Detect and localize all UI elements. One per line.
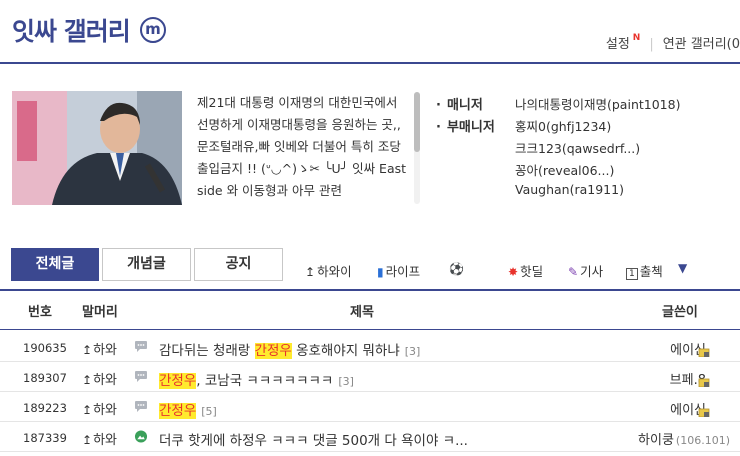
post-head-label: 하와 — [93, 373, 117, 388]
col-header-head: 말머리 — [82, 305, 118, 320]
title-text: 더쿠 핫게에 하정우 ㅋㅋㅋ 댓글 500개 다 욕이야 ㅋ... — [159, 433, 468, 449]
upload-icon: ↥ — [82, 403, 93, 417]
image-post-icon — [134, 430, 148, 443]
tab-notice[interactable]: 공지 — [194, 248, 283, 281]
phone-icon: ▮ — [377, 265, 384, 279]
search-highlight: 간정우 — [254, 343, 292, 359]
post-head: ↥하와 — [82, 339, 117, 358]
post-head-label: 하와 — [93, 433, 117, 448]
post-head: ↥하와 — [82, 399, 117, 418]
upload-icon: ↥ — [82, 433, 93, 447]
speech-bubble-icon — [135, 341, 147, 352]
upload-icon: ↥ — [82, 343, 93, 357]
post-head: ↥하와 — [82, 369, 117, 388]
new-icon: N — [632, 33, 641, 43]
search-highlight: 간정우 — [159, 373, 197, 389]
fixed-user-icon — [698, 348, 710, 357]
post-head-label: 하와 — [93, 343, 117, 358]
post-title[interactable]: 감다뒤는 청래랑 간정우 옹호해야지 뭐하냐 [3] — [159, 339, 420, 359]
comment-count[interactable]: [3] — [405, 345, 421, 358]
alarm-icon: ✸ — [508, 265, 519, 279]
post-title[interactable]: 간정우, 코남국 ㅋㅋㅋㅋㅋㅋㅋ [3] — [159, 369, 354, 389]
gallery-title[interactable]: 잇싸 갤러리 — [12, 12, 131, 48]
settings-link[interactable]: 설정 — [606, 37, 630, 52]
table-header-divider — [0, 329, 740, 330]
category-label: 기사 — [580, 264, 604, 279]
post-number: 189223 — [23, 401, 67, 415]
minor-gallery-badge: m — [140, 17, 166, 43]
tab-all-posts[interactable]: 전체글 — [11, 248, 99, 281]
speech-bubble-icon — [135, 371, 147, 382]
table-row[interactable]: 190635 ↥하와 감다뒤는 청래랑 간정우 옹호해야지 뭐하냐 [3] 에이신 — [0, 332, 740, 362]
tab-recommended[interactable]: 개념글 — [102, 248, 191, 281]
submanager-name[interactable]: Vaughan(ra1911) — [515, 182, 624, 197]
submanager-label: 부매니저 — [436, 116, 495, 135]
col-header-title: 제목 — [350, 305, 374, 320]
title-text: 옹호해야지 뭐하냐 — [291, 343, 400, 359]
category-sports[interactable]: ⚽ — [449, 261, 466, 276]
post-title[interactable]: 간정우 [5] — [159, 399, 217, 419]
related-gallery-link[interactable]: 연관 갤러리(0 — [663, 37, 740, 52]
post-title[interactable]: 더쿠 핫게에 하정우 ㅋㅋㅋ 댓글 500개 다 욕이야 ㅋ... — [159, 429, 468, 449]
title-text: 감다뒤는 청래랑 — [159, 343, 255, 359]
submanager-name[interactable]: 꽁아(reveal06...) — [515, 160, 614, 179]
gallery-header: 잇싸 갤러리 m 설정 N | 연관 갤러리(0 — [0, 0, 740, 64]
table-row[interactable]: 189307 ↥하와 간정우, 코남국 ㅋㅋㅋㅋㅋㅋㅋ [3] 브페.8 — [0, 362, 740, 392]
title-text: , 코남국 ㅋㅋㅋㅋㅋㅋㅋ — [196, 373, 334, 389]
category-hawaii[interactable]: ↥ 하와이 — [305, 261, 352, 280]
speech-bubble-icon — [135, 401, 147, 412]
category-label: 출첵 — [639, 264, 663, 279]
description-scroll-thumb[interactable] — [414, 92, 420, 152]
chevron-down-icon[interactable]: ▼ — [678, 261, 687, 275]
category-label: 하와이 — [317, 264, 352, 279]
upload-icon: ↥ — [305, 265, 316, 279]
category-life[interactable]: ▮ 라이프 — [377, 261, 420, 280]
category-label: 라이프 — [385, 264, 421, 279]
comment-count[interactable]: [5] — [201, 405, 217, 418]
post-head-label: 하와 — [93, 403, 117, 418]
writer-nickname: 하이쿵 — [638, 433, 674, 448]
post-number: 189307 — [23, 371, 67, 385]
submanager-name[interactable]: 홍찌0(ghfj1234) — [515, 116, 611, 135]
submanager-name[interactable]: 크크123(qawsedrf...) — [515, 138, 640, 157]
comment-count[interactable]: [3] — [338, 375, 354, 388]
fixed-user-icon — [698, 408, 710, 417]
gallery-description: 제21대 대통령 이재명의 대한민국에서 선명하게 이재명대통령을 응원하는 곳… — [197, 95, 407, 198]
fixed-user-icon — [698, 378, 710, 387]
writer-ip: (106.101) — [675, 434, 730, 447]
post-number: 190635 — [23, 341, 67, 355]
gallery-profile-image — [12, 91, 182, 205]
category-hotdeal[interactable]: ✸ 핫딜 — [508, 261, 543, 280]
manager-name[interactable]: 나의대통령이재명(paint1018) — [515, 94, 680, 113]
col-header-num: 번호 — [28, 305, 52, 320]
upload-icon: ↥ — [82, 373, 93, 387]
header-right-menu: 설정 N | 연관 갤러리(0 — [606, 33, 740, 52]
post-head: ↥하와 — [82, 429, 117, 448]
table-top-border — [0, 289, 740, 291]
table-row[interactable]: 187339 ↥하와 더쿠 핫게에 하정우 ㅋㅋㅋ 댓글 500개 다 욕이야 … — [0, 422, 740, 452]
post-writer[interactable]: 하이쿵 (106.101) — [638, 429, 730, 448]
portrait-image — [12, 91, 182, 205]
manager-label: 매니저 — [436, 94, 483, 113]
table-row[interactable]: 189223 ↥하와 간정우 [5] 에이신 — [0, 392, 740, 422]
category-label: 핫딜 — [520, 264, 544, 279]
soccer-icon: ⚽ — [449, 262, 464, 276]
search-highlight: 간정우 — [159, 403, 197, 419]
calendar-icon: 1 — [626, 268, 638, 280]
category-attendance[interactable]: 1 출첵 — [626, 261, 663, 280]
col-header-writer: 글쓴이 — [662, 305, 698, 320]
header-divider: | — [649, 37, 654, 52]
pen-icon: ✎ — [568, 265, 579, 279]
post-number: 187339 — [23, 431, 67, 445]
category-news[interactable]: ✎ 기사 — [568, 261, 603, 280]
